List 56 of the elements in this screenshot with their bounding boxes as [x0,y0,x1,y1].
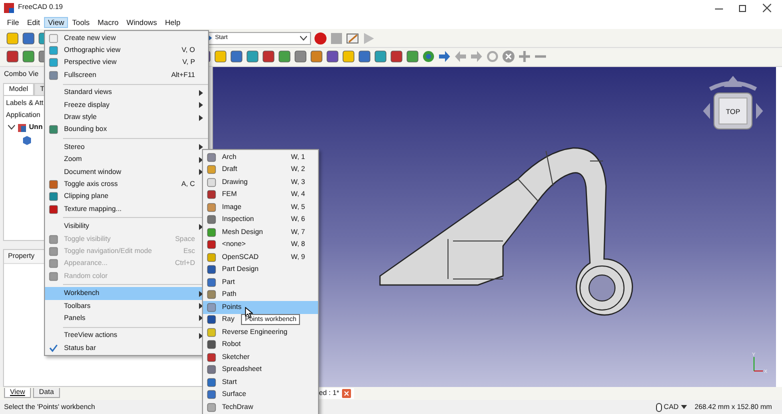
toolbar-square-icon[interactable] [262,50,275,64]
caret-icon [300,36,307,41]
square-icon [206,202,216,212]
mouse-pointer-icon [245,307,253,318]
square-icon [206,278,216,287]
square-icon [206,352,216,362]
document-icon [17,122,27,133]
record-icon[interactable] [314,32,327,45]
toolbar-square-icon[interactable] [22,50,35,64]
close-circle-icon[interactable] [502,50,515,64]
square-icon [206,178,216,187]
submenu-arrow-icon [199,332,203,339]
toolbar-square-icon[interactable] [406,50,419,64]
cube-icon [22,134,32,145]
toolbar-square-icon[interactable] [390,50,403,64]
maximize-icon[interactable] [738,2,748,13]
close-icon[interactable] [762,2,772,13]
toolbar-square-icon[interactable] [230,50,243,64]
square-icon [206,365,216,374]
toolbar-square-icon[interactable] [374,50,387,64]
submenu-arrow-icon [199,224,203,230]
arrow-right-icon[interactable] [438,50,451,64]
toolbar-square-icon[interactable] [246,50,259,64]
square-icon [206,340,216,350]
square-icon [206,328,216,337]
square-icon [206,190,216,200]
square-icon [206,240,216,250]
toolbar-square-icon[interactable] [294,50,307,64]
toolbar-square-icon[interactable] [326,50,339,64]
globe-icon[interactable] [422,50,435,64]
square-icon [206,390,216,400]
plus-icon[interactable] [518,50,531,64]
toolbar-square-icon[interactable] [214,50,227,64]
toolbar-square-icon[interactable] [6,32,19,45]
square-icon [206,152,216,162]
square-icon [206,302,216,312]
toolbar-square-icon[interactable] [6,50,19,64]
square-icon [206,265,216,274]
toolbar-square-icon[interactable] [358,50,371,64]
edit-icon[interactable] [346,32,359,45]
toolbar-square-icon[interactable] [342,50,355,64]
toolbar-square-icon[interactable] [278,50,291,64]
square-icon [206,165,216,174]
expand-caret-icon[interactable] [8,125,15,130]
square-icon [206,315,216,324]
square-icon [206,402,216,412]
toolbar-square-icon[interactable] [22,32,35,45]
toolbar-square-icon[interactable] [310,50,323,64]
square-icon [206,290,216,300]
square-icon [206,378,216,387]
square-icon [206,252,216,262]
square-icon [206,215,216,224]
caret-icon [680,405,687,410]
square-icon [206,228,216,237]
app-logo-icon [4,2,14,13]
mouse-icon [656,402,662,412]
